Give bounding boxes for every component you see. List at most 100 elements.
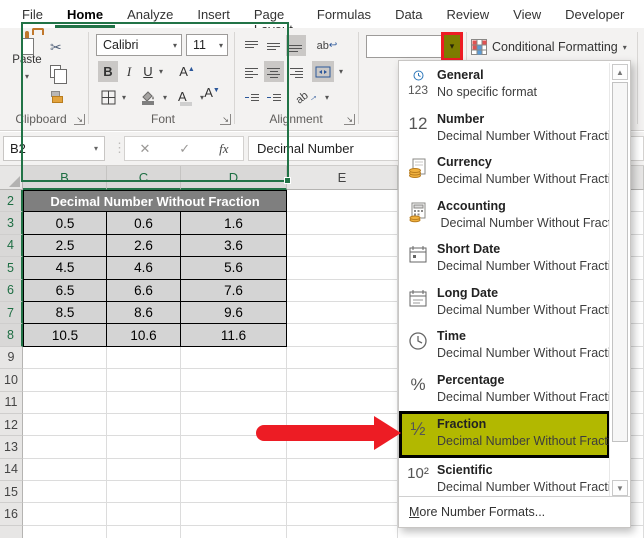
row-header-15[interactable]: 15 — [0, 481, 23, 503]
align-right-button[interactable] — [286, 61, 306, 82]
number-format-option-short-date[interactable]: Short DateDecimal Number Without Fractio… — [399, 237, 610, 281]
paste-button[interactable]: Paste ▾ — [8, 33, 46, 107]
number-format-combo[interactable] — [366, 35, 444, 58]
cell-e12[interactable] — [287, 414, 398, 436]
scroll-down-icon[interactable]: ▼ — [612, 480, 628, 496]
bold-button[interactable]: B — [98, 61, 118, 82]
cell-b7[interactable]: 8.5 — [23, 302, 107, 324]
cell-e9[interactable] — [287, 347, 398, 369]
bottom-align-button[interactable] — [286, 35, 306, 56]
row-header-3[interactable]: 3 — [0, 212, 23, 234]
cell-b13[interactable] — [23, 436, 107, 458]
select-all-corner[interactable] — [0, 166, 23, 190]
number-format-option-scientific[interactable]: 10²ScientificDecimal Number Without Frac… — [399, 458, 610, 502]
row-header-2[interactable]: 2 — [0, 190, 23, 212]
cell-c16[interactable] — [107, 503, 181, 525]
cell-b15[interactable] — [23, 481, 107, 503]
column-header-d[interactable]: D — [181, 166, 287, 190]
cell-e11[interactable] — [287, 392, 398, 414]
cell-d6[interactable]: 7.6 — [181, 280, 287, 302]
number-format-option-fraction[interactable]: ½FractionDecimal Number Without Fraction — [399, 411, 610, 458]
cell-e3[interactable] — [287, 212, 398, 234]
conditional-formatting-button[interactable]: Conditional Formatting ▾ — [471, 36, 627, 58]
cell-d10[interactable] — [181, 369, 287, 391]
tab-help[interactable]: Help — [636, 0, 644, 28]
cell-e7[interactable] — [287, 302, 398, 324]
dropdown-scrollbar[interactable]: ▲ ▼ — [609, 63, 629, 497]
align-center-button[interactable] — [264, 61, 284, 82]
cell-e10[interactable] — [287, 369, 398, 391]
orientation-dropdown[interactable]: ▾ — [322, 87, 332, 108]
cell-c9[interactable] — [107, 347, 181, 369]
tab-data[interactable]: Data — [383, 0, 434, 28]
cell-b6[interactable]: 6.5 — [23, 280, 107, 302]
number-format-option-number[interactable]: 12NumberDecimal Number Without Fraction — [399, 107, 610, 151]
cell-b9[interactable] — [23, 347, 107, 369]
cell-e13[interactable] — [287, 436, 398, 458]
orientation-button[interactable]: ab→ — [294, 87, 320, 108]
row-header-11[interactable]: 11 — [0, 392, 23, 414]
merged-title-cell[interactable]: Decimal Number Without Fraction — [23, 190, 287, 212]
row-header-9[interactable]: 9 — [0, 347, 23, 369]
cell-c15[interactable] — [107, 481, 181, 503]
alignment-dialog-launcher-icon[interactable] — [344, 114, 355, 125]
cell-b12[interactable] — [23, 414, 107, 436]
cell-e15[interactable] — [287, 481, 398, 503]
cell-c13[interactable] — [107, 436, 181, 458]
row-header-5[interactable]: 5 — [0, 257, 23, 279]
cell-c5[interactable]: 4.6 — [107, 257, 181, 279]
cell-e8[interactable] — [287, 324, 398, 346]
cell-b4[interactable]: 2.5 — [23, 235, 107, 257]
cell-b16[interactable] — [23, 503, 107, 525]
merge-center-button[interactable] — [312, 61, 334, 82]
cell-c14[interactable] — [107, 459, 181, 481]
cell-d12[interactable] — [181, 414, 287, 436]
cell-d5[interactable]: 5.6 — [181, 257, 287, 279]
cell-d15[interactable] — [181, 481, 287, 503]
cell-e6[interactable] — [287, 280, 398, 302]
scrollbar-thumb[interactable] — [612, 82, 628, 442]
cell-b10[interactable] — [23, 369, 107, 391]
cell-b11[interactable] — [23, 392, 107, 414]
format-painter-button[interactable] — [50, 86, 80, 106]
font-color-button[interactable]: A — [176, 87, 196, 108]
cancel-icon[interactable]: ✕ — [139, 141, 150, 157]
cell-c12[interactable] — [107, 414, 181, 436]
tab-file[interactable]: File — [10, 0, 55, 28]
cut-button[interactable] — [50, 38, 80, 58]
row-header-6[interactable]: 6 — [0, 280, 23, 302]
more-number-formats-item[interactable]: More Number Formats... — [399, 496, 630, 527]
row-header-10[interactable]: 10 — [0, 369, 23, 391]
cell-e14[interactable] — [287, 459, 398, 481]
borders-button[interactable] — [98, 87, 118, 108]
italic-button[interactable]: I — [121, 61, 137, 82]
cell-c6[interactable]: 6.6 — [107, 280, 181, 302]
tab-insert[interactable]: Insert — [185, 0, 242, 28]
merge-center-dropdown[interactable]: ▾ — [336, 61, 346, 82]
row-header-14[interactable]: 14 — [0, 459, 23, 481]
cell-d3[interactable]: 1.6 — [181, 212, 287, 234]
tab-page-layout[interactable]: Page Layout — [242, 0, 305, 28]
cell-e16[interactable] — [287, 503, 398, 525]
wrap-text-button[interactable]: ab↩ — [314, 35, 340, 56]
font-color-dropdown[interactable]: ▾ — [197, 87, 207, 108]
name-box[interactable]: B2 ▾ — [3, 136, 105, 161]
fill-handle[interactable] — [284, 177, 291, 184]
insert-function-icon[interactable]: fx — [219, 141, 228, 157]
cell-d13[interactable] — [181, 436, 287, 458]
row-header-7[interactable]: 7 — [0, 302, 23, 324]
cell-b5[interactable]: 4.5 — [23, 257, 107, 279]
cell-d11[interactable] — [181, 392, 287, 414]
fill-color-dropdown[interactable]: ▾ — [160, 87, 170, 108]
tab-analyze[interactable]: Analyze — [115, 0, 185, 28]
middle-align-button[interactable] — [264, 35, 284, 56]
number-format-option-accounting[interactable]: Accounting Decimal Number Without Fracti… — [399, 194, 610, 238]
cell-d9[interactable] — [181, 347, 287, 369]
number-format-option-general[interactable]: 123GeneralNo specific format — [399, 63, 610, 107]
tab-developer[interactable]: Developer — [553, 0, 636, 28]
cell-b3[interactable]: 0.5 — [23, 212, 107, 234]
copy-button[interactable]: ▾ — [50, 61, 80, 81]
cell-d7[interactable]: 9.6 — [181, 302, 287, 324]
tab-review[interactable]: Review — [435, 0, 502, 28]
row-header-13[interactable]: 13 — [0, 436, 23, 458]
